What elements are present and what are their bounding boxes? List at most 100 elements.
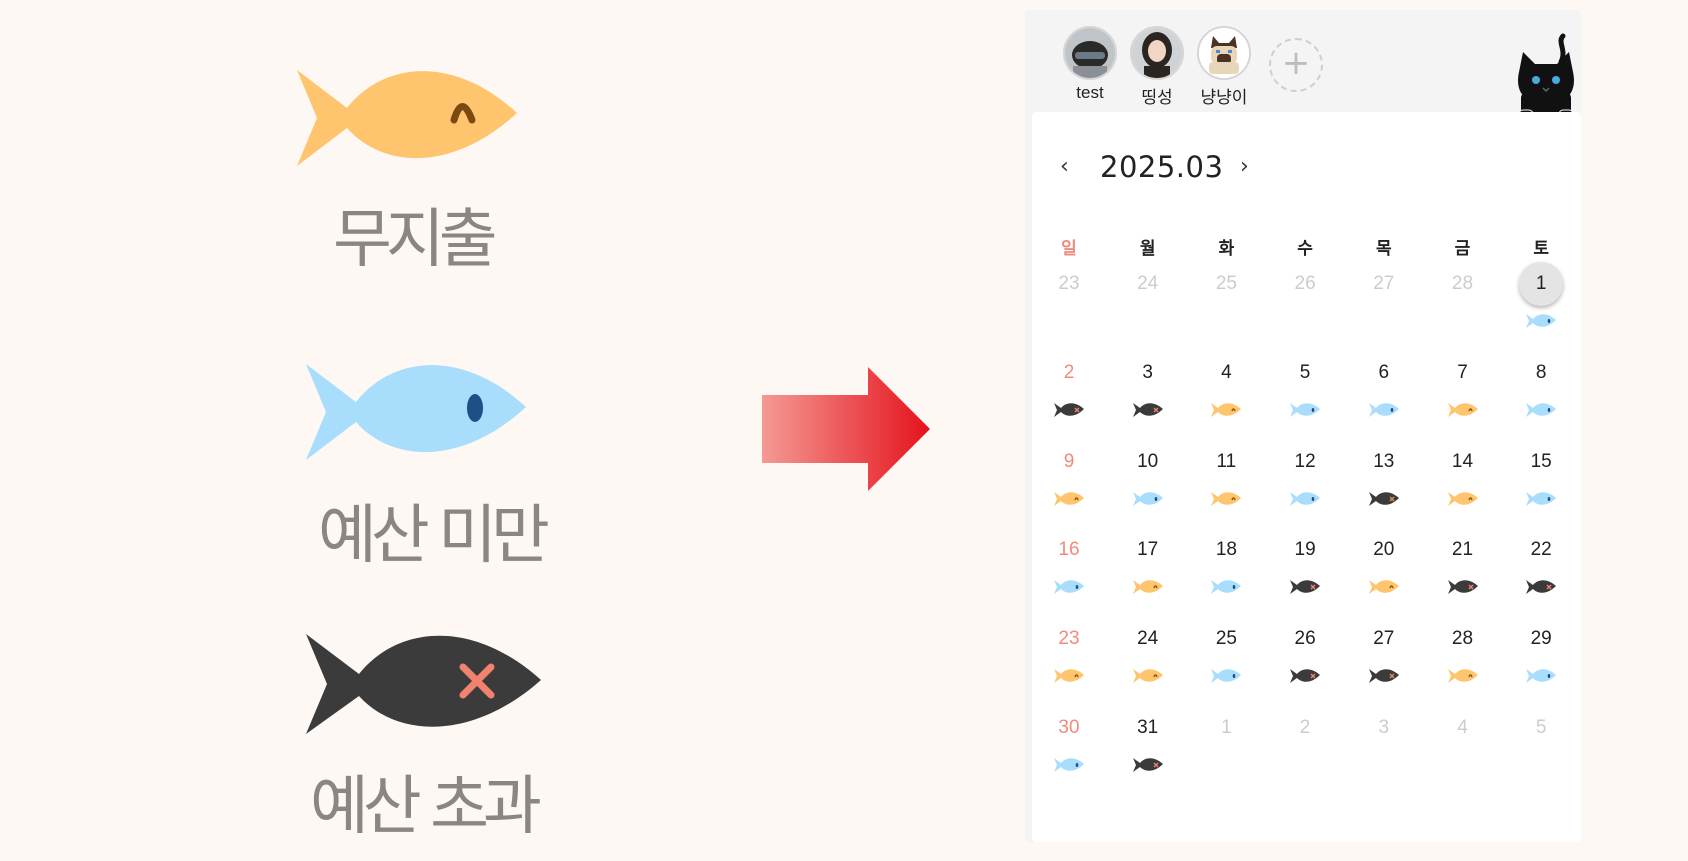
calendar-day[interactable]: 23 xyxy=(1034,617,1104,703)
profile-name: 띵성 xyxy=(1141,88,1173,107)
blue-fish-icon xyxy=(1034,756,1104,774)
calendar-day[interactable]: 27 xyxy=(1349,617,1419,703)
calendar-day[interactable]: 13 xyxy=(1349,440,1419,526)
calendar-day[interactable]: 27 xyxy=(1349,262,1419,348)
yellow-fish-icon xyxy=(1349,578,1419,596)
calendar-day[interactable]: 28 xyxy=(1428,262,1498,348)
calendar-day[interactable]: 15 xyxy=(1506,440,1576,526)
profile-test[interactable]: test xyxy=(1055,26,1125,103)
calendar-day[interactable]: 25 xyxy=(1191,617,1261,703)
black-fish-icon xyxy=(1349,490,1419,508)
calendar-day[interactable]: 1 xyxy=(1191,706,1261,792)
calendar: ‹ 2025.03 › 일월화수목금토 23 24 25 26 27 28 1 2 3 4 5 6 7 8… xyxy=(1032,112,1581,842)
calendar-day[interactable]: 7 xyxy=(1428,351,1498,437)
right-arrow-icon xyxy=(760,365,932,497)
black-fish-icon xyxy=(1034,401,1104,419)
blue-fish-icon xyxy=(1270,490,1340,508)
day-number: 31 xyxy=(1137,717,1159,738)
black-fish-icon xyxy=(1113,756,1183,774)
day-number: 30 xyxy=(1058,717,1080,738)
profile-nyangnyangi[interactable]: 냥냥이 xyxy=(1189,26,1259,108)
blue-fish-icon xyxy=(1349,401,1419,419)
calendar-day[interactable]: 26 xyxy=(1270,262,1340,348)
day-number: 4 xyxy=(1457,717,1468,738)
day-number: 3 xyxy=(1142,361,1153,383)
yellow-fish-icon xyxy=(1113,667,1183,685)
calendar-day[interactable]: 22 xyxy=(1506,528,1576,614)
siamese-cat-avatar xyxy=(1197,26,1251,80)
day-number: 5 xyxy=(1299,361,1311,383)
calendar-day[interactable]: 14 xyxy=(1428,440,1498,526)
day-number: 16 xyxy=(1058,539,1080,561)
calendar-day[interactable]: 25 xyxy=(1191,262,1261,348)
helmet-avatar xyxy=(1063,26,1117,80)
next-month-button[interactable]: › xyxy=(1240,154,1249,179)
prev-month-button[interactable]: ‹ xyxy=(1060,154,1069,179)
calendar-day[interactable]: 21 xyxy=(1428,528,1498,614)
calendar-panel: test 띵성 냥냥이 + ‹ 2025.03 › 일 월 화 수 목 금 토 … xyxy=(1025,10,1581,842)
calendar-day[interactable]: 12 xyxy=(1270,440,1340,526)
day-number: 20 xyxy=(1373,539,1395,561)
calendar-day[interactable]: 3 xyxy=(1349,706,1419,792)
black-fish-icon xyxy=(301,622,546,751)
calendar-day[interactable]: 9 xyxy=(1034,440,1104,526)
yellow-fish-icon xyxy=(1428,667,1498,685)
day-number: 3 xyxy=(1378,717,1390,738)
day-number: 23 xyxy=(1058,628,1080,650)
calendar-day[interactable]: 5 xyxy=(1506,706,1576,792)
calendar-day[interactable]: 3 xyxy=(1113,351,1183,437)
calendar-day[interactable]: 26 xyxy=(1270,617,1340,703)
day-number: 26 xyxy=(1294,628,1316,650)
calendar-day[interactable]: 18 xyxy=(1191,528,1261,614)
legend-label-no-spending: 무지출 xyxy=(333,203,498,277)
calendar-day[interactable]: 6 xyxy=(1349,351,1419,437)
month-title: 2025.03 xyxy=(1100,150,1224,184)
day-number: 4 xyxy=(1221,361,1232,383)
calendar-day[interactable]: 24 xyxy=(1113,617,1183,703)
calendar-day[interactable]: 24 xyxy=(1113,262,1183,348)
add-profile-button[interactable]: + xyxy=(1269,38,1323,92)
day-number: 15 xyxy=(1530,450,1552,472)
yellow-fish-icon xyxy=(1191,401,1261,419)
profile-name: test xyxy=(1076,83,1104,102)
weekday-label: 목 xyxy=(1375,239,1392,258)
calendar-day[interactable]: 20 xyxy=(1349,528,1419,614)
calendar-day[interactable]: 29 xyxy=(1506,617,1576,703)
calendar-day[interactable]: 28 xyxy=(1428,617,1498,703)
black-fish-icon xyxy=(1270,667,1340,685)
calendar-day[interactable]: 31 xyxy=(1113,706,1183,792)
day-number: 1 xyxy=(1221,717,1232,738)
legend-label-over-budget: 예산 초과 xyxy=(310,770,542,844)
calendar-day[interactable]: 5 xyxy=(1270,351,1340,437)
day-number: 26 xyxy=(1294,273,1316,294)
plus-icon: + xyxy=(1281,43,1311,83)
yellow-fish-icon xyxy=(1428,401,1498,419)
day-number: 2 xyxy=(1299,717,1311,738)
calendar-day[interactable]: 1 xyxy=(1506,262,1576,348)
calendar-day[interactable]: 2 xyxy=(1270,706,1340,792)
calendar-day[interactable]: 17 xyxy=(1113,528,1183,614)
blue-fish-icon xyxy=(1191,578,1261,596)
day-number: 7 xyxy=(1457,361,1468,383)
day-number: 6 xyxy=(1378,361,1390,383)
day-number: 28 xyxy=(1451,628,1474,650)
blue-fish-icon xyxy=(1506,490,1576,508)
day-number: 5 xyxy=(1535,717,1547,738)
calendar-day[interactable]: 8 xyxy=(1506,351,1576,437)
day-number: 27 xyxy=(1373,628,1395,650)
calendar-day[interactable]: 16 xyxy=(1034,528,1104,614)
calendar-day[interactable]: 2 xyxy=(1034,351,1104,437)
person-avatar xyxy=(1130,26,1184,80)
calendar-day[interactable]: 23 xyxy=(1034,262,1104,348)
black-fish-icon xyxy=(1506,578,1576,596)
calendar-day[interactable]: 4 xyxy=(1191,351,1261,437)
day-number: 18 xyxy=(1215,539,1237,561)
calendar-day[interactable]: 4 xyxy=(1428,706,1498,792)
calendar-day[interactable]: 30 xyxy=(1034,706,1104,792)
day-number: 1 xyxy=(1519,262,1564,306)
profile-ttingseong[interactable]: 띵성 xyxy=(1122,26,1192,108)
calendar-day[interactable]: 19 xyxy=(1270,528,1340,614)
calendar-day[interactable]: 11 xyxy=(1191,440,1261,526)
calendar-day[interactable]: 10 xyxy=(1113,440,1183,526)
day-number: 2 xyxy=(1063,361,1075,383)
